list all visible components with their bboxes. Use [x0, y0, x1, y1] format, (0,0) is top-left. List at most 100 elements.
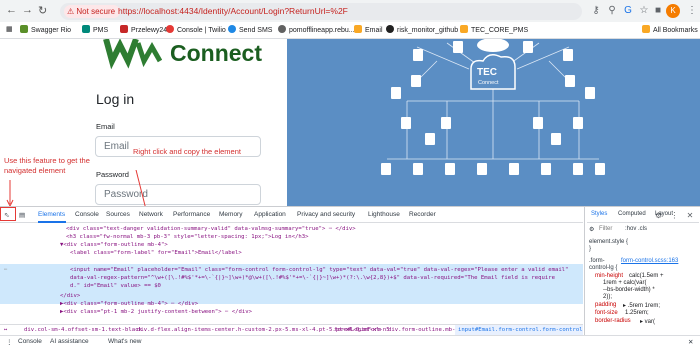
- breadcrumb-item-active[interactable]: input#Email.form-control.form-control-lg: [455, 325, 583, 335]
- address-bar: ← → ↻ ⚠ Not secure https://localhost:443…: [0, 0, 700, 22]
- dom-line-selected[interactable]: <input name="Email" placeholder="Email" …: [70, 266, 568, 274]
- breadcrumb-item[interactable]: form#LoginForm: [334, 327, 381, 333]
- devtools-drawer: ⋮ Console AI assistance What's new ✕: [0, 335, 700, 346]
- breadcrumb-arrow-icon[interactable]: ↔: [4, 327, 7, 333]
- tab-computed[interactable]: Computed: [618, 211, 646, 217]
- devtools-tabs: ⬁ ▤ Elements Console Sources Network Per…: [0, 207, 583, 223]
- tab-performance[interactable]: Performance: [173, 211, 210, 218]
- menu-icon[interactable]: ⋮: [686, 5, 698, 17]
- tab-recorder[interactable]: Recorder: [409, 211, 436, 218]
- dom-line[interactable]: ▼<div class="form-outline mb-4">: [60, 241, 168, 249]
- translate-icon[interactable]: G: [622, 5, 634, 17]
- bookmarks-bar: ▦ Swagger Rio PMS Przelewy24 Console | T…: [0, 22, 700, 39]
- all-bookmarks[interactable]: All Bookmarks: [642, 25, 698, 34]
- drawer-tab-whats-new[interactable]: What's new: [108, 338, 141, 345]
- back-icon[interactable]: ←: [6, 4, 17, 16]
- css-prop-name[interactable]: padding: [595, 302, 616, 308]
- dom-line[interactable]: <div class="text-danger validation-summa…: [66, 225, 356, 233]
- email-placeholder: Email: [104, 141, 130, 152]
- globe-icon: [82, 25, 90, 33]
- bookmark-email[interactable]: Email: [354, 25, 383, 34]
- close-drawer-icon[interactable]: ✕: [688, 338, 693, 346]
- css-prop-value[interactable]: ▸ .5rem 1rem;: [623, 302, 660, 309]
- hov-cls-toggle[interactable]: :hov .cls: [625, 226, 647, 232]
- breadcrumb: ↔ div.col-sm-4.offset-sm-1.text-black di…: [0, 324, 583, 335]
- forward-icon[interactable]: →: [22, 4, 33, 16]
- rule-source-link[interactable]: form-control.scss:163: [621, 258, 678, 264]
- dom-line[interactable]: ▶<div class="pt-1 mb-2 justify-content-b…: [60, 308, 252, 316]
- bookmark-przelewy24[interactable]: Przelewy24: [120, 25, 167, 34]
- drawer-tab-ai[interactable]: AI assistance: [50, 338, 89, 345]
- bookmark-star-icon[interactable]: ☆: [638, 5, 650, 17]
- css-prop-name[interactable]: min-height: [595, 273, 623, 279]
- css-prop-name[interactable]: border-radius: [595, 318, 631, 324]
- dom-line-selected[interactable]: data-val-regex-pattern="^\w+([\.!#%$'*+=…: [70, 274, 555, 282]
- tab-console[interactable]: Console: [75, 211, 99, 218]
- dom-line-selected[interactable]: d." id="Email" value> == $0: [70, 282, 161, 290]
- diagram-title: TEC: [477, 67, 497, 78]
- css-prop-value[interactable]: 2));: [603, 294, 612, 300]
- logo-text: Connect: [170, 40, 262, 66]
- folder-icon: [460, 25, 468, 33]
- url-field[interactable]: ⚠ Not secure https://localhost:4434/Iden…: [60, 3, 582, 20]
- dom-line[interactable]: </div>: [60, 292, 80, 300]
- przelewy-icon: [120, 25, 128, 33]
- extensions-icon[interactable]: ■: [652, 5, 664, 17]
- breadcrumb-item[interactable]: div.col-sm-4.offset-sm-1.text-black: [24, 327, 142, 333]
- breadcrumb-item[interactable]: div.form-outline.mb-4: [388, 327, 459, 333]
- bookmark-swagger[interactable]: Swagger Rio: [20, 25, 71, 34]
- tab-elements[interactable]: Elements: [38, 211, 65, 218]
- not-secure-badge[interactable]: ⚠ Not secure: [64, 5, 121, 18]
- css-prop-value[interactable]: ▸ var(: [640, 318, 655, 325]
- styles-pane: Styles Computed Layout ⚙ Filter :hov .cl…: [584, 207, 700, 335]
- element-style-selector[interactable]: element.style {: [589, 239, 628, 245]
- twilio-icon: [166, 25, 174, 33]
- diagram-subtitle: Connect: [478, 80, 499, 86]
- page-title: Log in: [96, 91, 135, 107]
- styles-filter-input[interactable]: Filter: [599, 226, 612, 232]
- tab-memory[interactable]: Memory: [219, 211, 242, 218]
- rule-selector[interactable]: .form-: [589, 258, 605, 264]
- swagger-icon: [20, 25, 28, 33]
- bookmark-risk-monitor[interactable]: risk_monitor_github: [386, 25, 458, 34]
- css-prop-value[interactable]: 1.25rem;: [625, 310, 649, 316]
- dom-line[interactable]: ▶<div class="form-outline mb-4"> ⋯ </div…: [60, 300, 198, 308]
- hero-diagram-panel: TEC Connect: [287, 38, 700, 206]
- github-icon: [386, 25, 394, 33]
- tab-layout[interactable]: Layout: [655, 211, 673, 217]
- bookmark-send-sms[interactable]: Send SMS: [228, 25, 272, 34]
- bookmark-pomoffline[interactable]: pomofflineapp.rebu...: [278, 25, 355, 34]
- bookmark-twilio[interactable]: Console | Twilio: [166, 25, 226, 34]
- device-toolbar-icon[interactable]: ▤: [19, 211, 25, 219]
- css-prop-value[interactable]: 1rem + calc(var(: [603, 280, 647, 286]
- tab-application[interactable]: Application: [254, 211, 286, 218]
- css-prop-value[interactable]: --bs-border-width) *: [603, 287, 655, 293]
- css-prop-value[interactable]: calc(1.5em +: [629, 273, 664, 279]
- tab-lighthouse[interactable]: Lighthouse: [368, 211, 400, 218]
- dom-line[interactable]: <label class="form-label" for="Email">Em…: [70, 249, 242, 257]
- tab-privacy[interactable]: Privacy and security: [297, 211, 355, 218]
- profile-avatar[interactable]: K: [666, 4, 680, 18]
- password-key-icon[interactable]: ⚷: [590, 5, 602, 17]
- email-label: Email: [96, 122, 115, 131]
- reload-icon[interactable]: ↻: [38, 4, 47, 17]
- zoom-icon[interactable]: ⚲: [606, 5, 618, 17]
- bookmark-tec-core[interactable]: TEC_CORE_PMS: [460, 25, 528, 34]
- drawer-menu-icon[interactable]: ⋮: [6, 338, 13, 346]
- apps-icon[interactable]: ▦: [6, 25, 13, 33]
- folder-icon: [354, 25, 362, 33]
- folder-icon: [642, 25, 650, 33]
- bookmark-pms[interactable]: PMS: [82, 25, 108, 34]
- dom-line[interactable]: <h3 class="fw-normal mb-3 pb-3" style="l…: [66, 233, 308, 241]
- tab-network[interactable]: Network: [139, 211, 163, 218]
- styles-divider: [587, 222, 699, 223]
- url-text: https://localhost:4434/Identity/Account/…: [118, 6, 348, 16]
- drawer-tab-console[interactable]: Console: [18, 338, 42, 345]
- elements-tree: <div class="text-danger validation-summa…: [0, 224, 583, 325]
- logo-mark: [103, 39, 162, 70]
- tab-sources[interactable]: Sources: [106, 211, 130, 218]
- tab-styles[interactable]: Styles: [591, 211, 607, 217]
- annotation-right: Right click and copy the element: [133, 147, 241, 156]
- sms-icon: [228, 25, 236, 33]
- css-prop-name[interactable]: font-size: [595, 310, 618, 316]
